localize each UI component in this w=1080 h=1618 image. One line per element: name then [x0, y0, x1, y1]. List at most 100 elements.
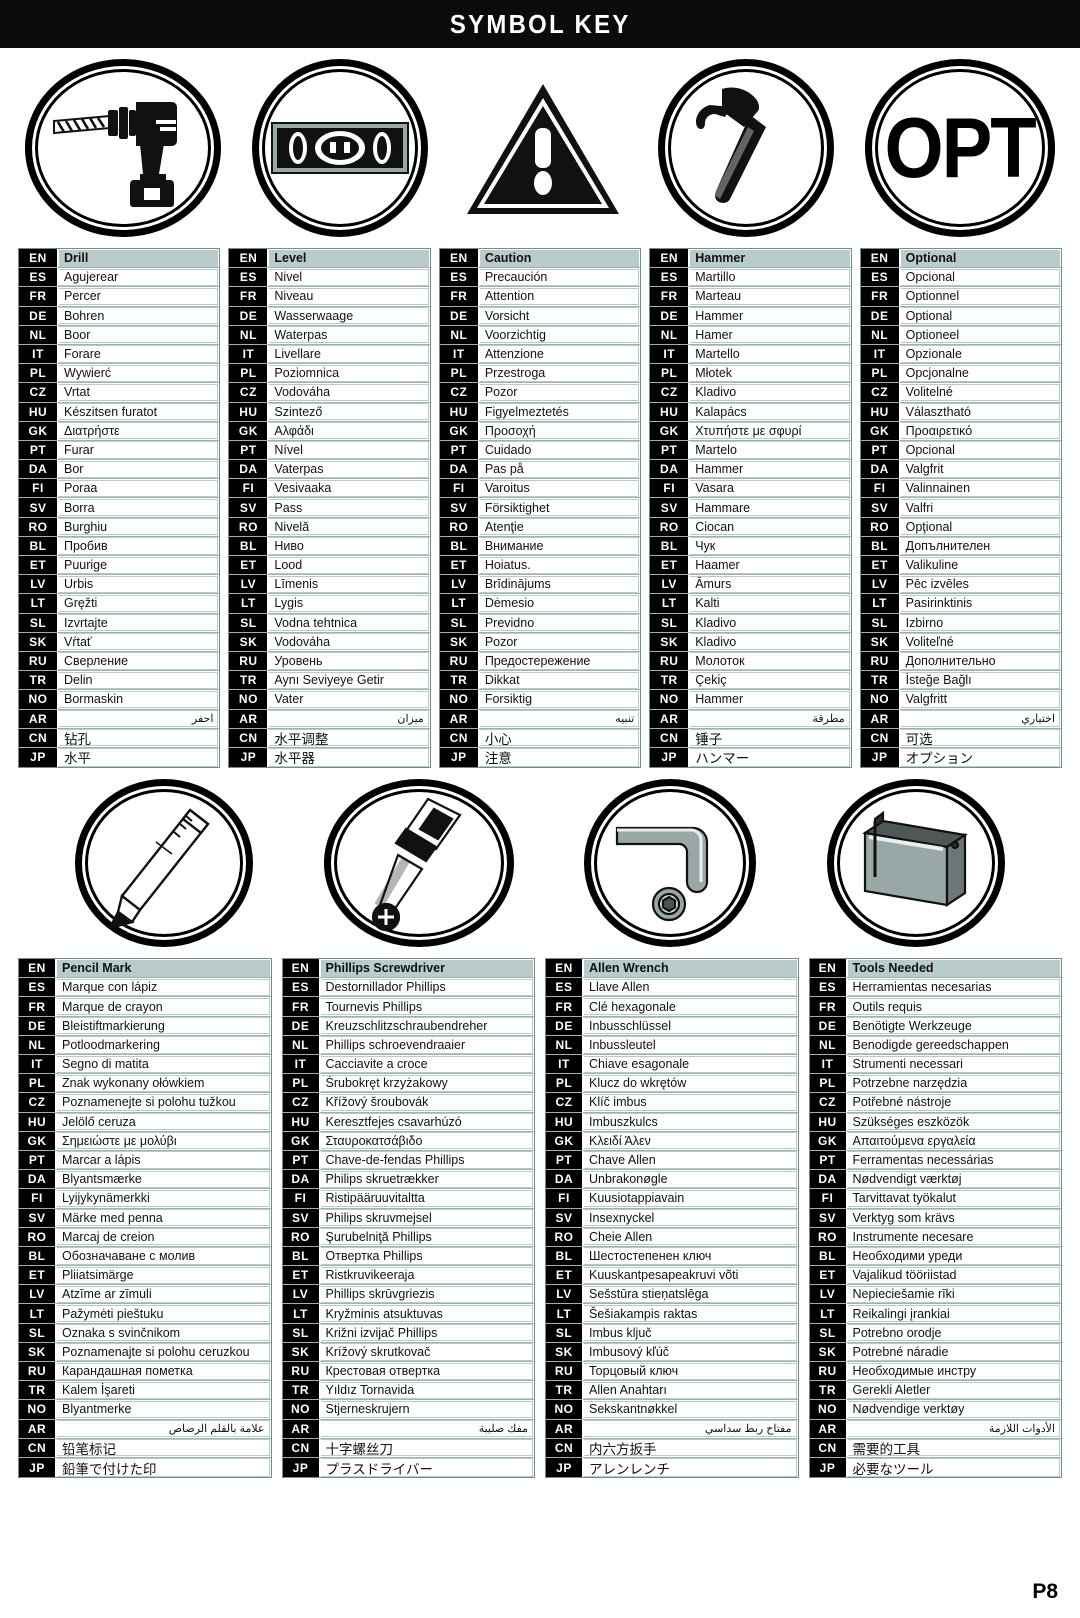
language-code-sl: SL: [229, 613, 270, 632]
language-code-fi: FI: [282, 1189, 321, 1208]
term-gk: Σημειώστε με μολύβι: [57, 1132, 270, 1150]
term-pt: Ferramentas necessárias: [847, 1151, 1060, 1169]
term-hu: Kalapács: [690, 403, 850, 421]
term-ru: Сверление: [59, 652, 219, 670]
language-code-tr: TR: [439, 671, 480, 690]
language-code-pl: PL: [282, 1074, 321, 1093]
table-row: NL Potloodmarkering: [19, 1035, 271, 1055]
language-code-es: ES: [809, 978, 848, 997]
language-code-nl: NL: [229, 325, 270, 344]
table-row: FI Vasara: [650, 479, 851, 499]
language-code-lv: LV: [282, 1285, 321, 1304]
language-code-sk: SK: [19, 632, 59, 651]
term-et: Lood: [269, 556, 429, 574]
term-pl: Opcjonalne: [900, 364, 1061, 382]
language-code-fi: FI: [19, 479, 59, 498]
language-code-cz: CZ: [860, 383, 901, 402]
term-lt: Reikalingi įrankiai: [847, 1304, 1060, 1323]
term-nl: Potloodmarkering: [57, 1036, 270, 1054]
table-row: PT Chave-de-fendas Phillips: [282, 1150, 534, 1171]
table-row: GK Προσοχή: [439, 421, 641, 441]
language-code-sv: SV: [19, 498, 59, 517]
term-tr: Aynı Seviyeye Getir: [269, 671, 429, 689]
language-code-de: DE: [650, 306, 691, 325]
term-pl: Poziomnica: [269, 364, 429, 382]
term-cn: 锤子: [690, 729, 850, 747]
term-lv: Brīdinājums: [479, 575, 640, 593]
table-row: SL Vodna tehtnica: [229, 613, 430, 633]
language-code-de: DE: [229, 306, 270, 325]
term-bl: Отвертка Phillips: [320, 1247, 533, 1265]
language-code-da: DA: [229, 460, 270, 479]
term-tr: Çekiç: [690, 671, 850, 689]
language-code-hu: HU: [546, 1112, 584, 1131]
language-code-jp: JP: [439, 747, 480, 768]
term-cn: 可选: [900, 729, 1061, 747]
opt-label: OPT: [884, 100, 1036, 196]
term-gk: Προσοχή: [479, 422, 640, 440]
table-row: NL Hamer: [650, 325, 851, 345]
table-row: SV Philips skruvmejsel: [282, 1208, 534, 1228]
term-bl: Шестостепенен ключ: [584, 1247, 797, 1265]
language-code-it: IT: [809, 1055, 848, 1074]
table-row: PT Martelo: [650, 440, 851, 461]
term-pt: Nível: [269, 441, 429, 459]
term-ro: Atenţie: [479, 518, 640, 536]
table-row: ET Kuuskantpesapeakruvi võti: [546, 1266, 798, 1286]
table-row: DE Wasserwaage: [229, 306, 430, 326]
term-da: Pas på: [479, 460, 640, 478]
table-row: LT Kryžminis atsuktuvas: [282, 1304, 534, 1324]
table-row: FR Percer: [19, 287, 220, 307]
table-row: LV Atzīme ar zīmuli: [19, 1285, 271, 1305]
language-code-hu: HU: [439, 402, 480, 421]
table-row: PL Młotek: [650, 364, 851, 384]
table-row: BL Допълнителен: [860, 536, 1062, 556]
term-nl: Optioneel: [900, 326, 1061, 344]
language-code-cz: CZ: [650, 383, 691, 402]
language-code-hu: HU: [809, 1112, 848, 1131]
language-code-jp: JP: [546, 1457, 584, 1478]
table-row: RO Şurubelniţă Phillips: [282, 1227, 534, 1247]
table-row: EN Drill: [19, 249, 220, 269]
hammer-icon: [657, 59, 834, 237]
language-code-gk: GK: [229, 421, 270, 440]
term-sl: Izvrtajte: [59, 614, 219, 632]
table-row: ET Hoiatus.: [439, 556, 641, 576]
table-row: LT Dėmesio: [439, 594, 641, 614]
term-sk: Kladivo: [690, 633, 850, 651]
language-code-en: EN: [860, 249, 901, 268]
language-code-tr: TR: [546, 1381, 584, 1400]
term-cz: Vodováha: [269, 383, 429, 401]
opt-glyph: OPT: [865, 59, 1055, 237]
term-pl: Śrubokręt krzyżakowy: [320, 1074, 533, 1092]
language-code-lt: LT: [650, 594, 691, 613]
language-code-it: IT: [282, 1055, 321, 1074]
table-row: BL Чук: [650, 536, 851, 556]
table-row: NO Sekskantnøkkel: [546, 1400, 798, 1420]
table-row: ES Martillo: [650, 268, 851, 288]
term-no: Hammer: [690, 690, 850, 708]
language-code-ru: RU: [809, 1362, 848, 1381]
table-row: CN 小心: [439, 728, 641, 748]
term-es: Martillo: [690, 268, 850, 286]
language-code-pl: PL: [229, 364, 270, 383]
table-row: ES Llave Allen: [546, 978, 798, 998]
term-jp: プラスドライバー: [320, 1458, 533, 1477]
term-sk: Voliteľné: [900, 633, 1061, 651]
table-row: NO Bormaskin: [19, 690, 220, 710]
table-row: PL Wywierć: [19, 364, 220, 384]
language-code-sl: SL: [19, 1323, 57, 1342]
language-code-ru: RU: [860, 651, 901, 671]
term-tr: Yıldız Tornavida: [320, 1381, 533, 1399]
table-row: LT Lygis: [229, 594, 430, 614]
table-row: ES Nivel: [229, 268, 430, 288]
language-code-ru: RU: [19, 651, 59, 671]
symbol-table-group-bottom: EN Pencil Mark ES Marque con lápiz FR Marque …: [0, 958, 1080, 1479]
language-code-no: NO: [860, 690, 901, 709]
caution-glyph: [466, 84, 619, 214]
table-row: EN Hammer: [650, 249, 851, 269]
term-en: Hammer: [690, 249, 850, 267]
table-row: LT Gręžti: [19, 594, 220, 614]
table-row: AR الأدوات اللازمة: [809, 1419, 1061, 1439]
language-code-bl: BL: [860, 536, 901, 555]
